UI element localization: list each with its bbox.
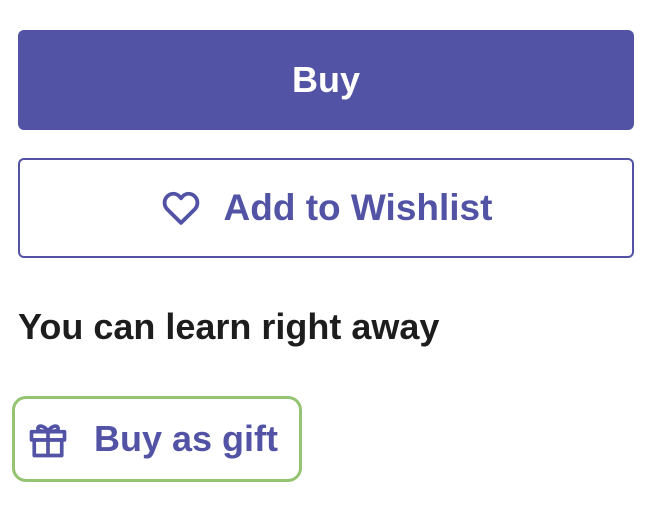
add-to-wishlist-button[interactable]: Add to Wishlist xyxy=(18,158,634,258)
learn-right-away-heading: You can learn right away xyxy=(18,306,440,347)
buy-button-label: Buy xyxy=(291,59,360,100)
add-to-wishlist-label: Add to Wishlist xyxy=(223,187,493,228)
buy-as-gift-button[interactable]: Buy as gift xyxy=(12,396,302,482)
heart-icon xyxy=(160,187,202,229)
buy-button[interactable]: Buy xyxy=(18,30,634,130)
buy-as-gift-label: Buy as gift xyxy=(94,418,279,459)
gift-icon xyxy=(26,417,70,461)
